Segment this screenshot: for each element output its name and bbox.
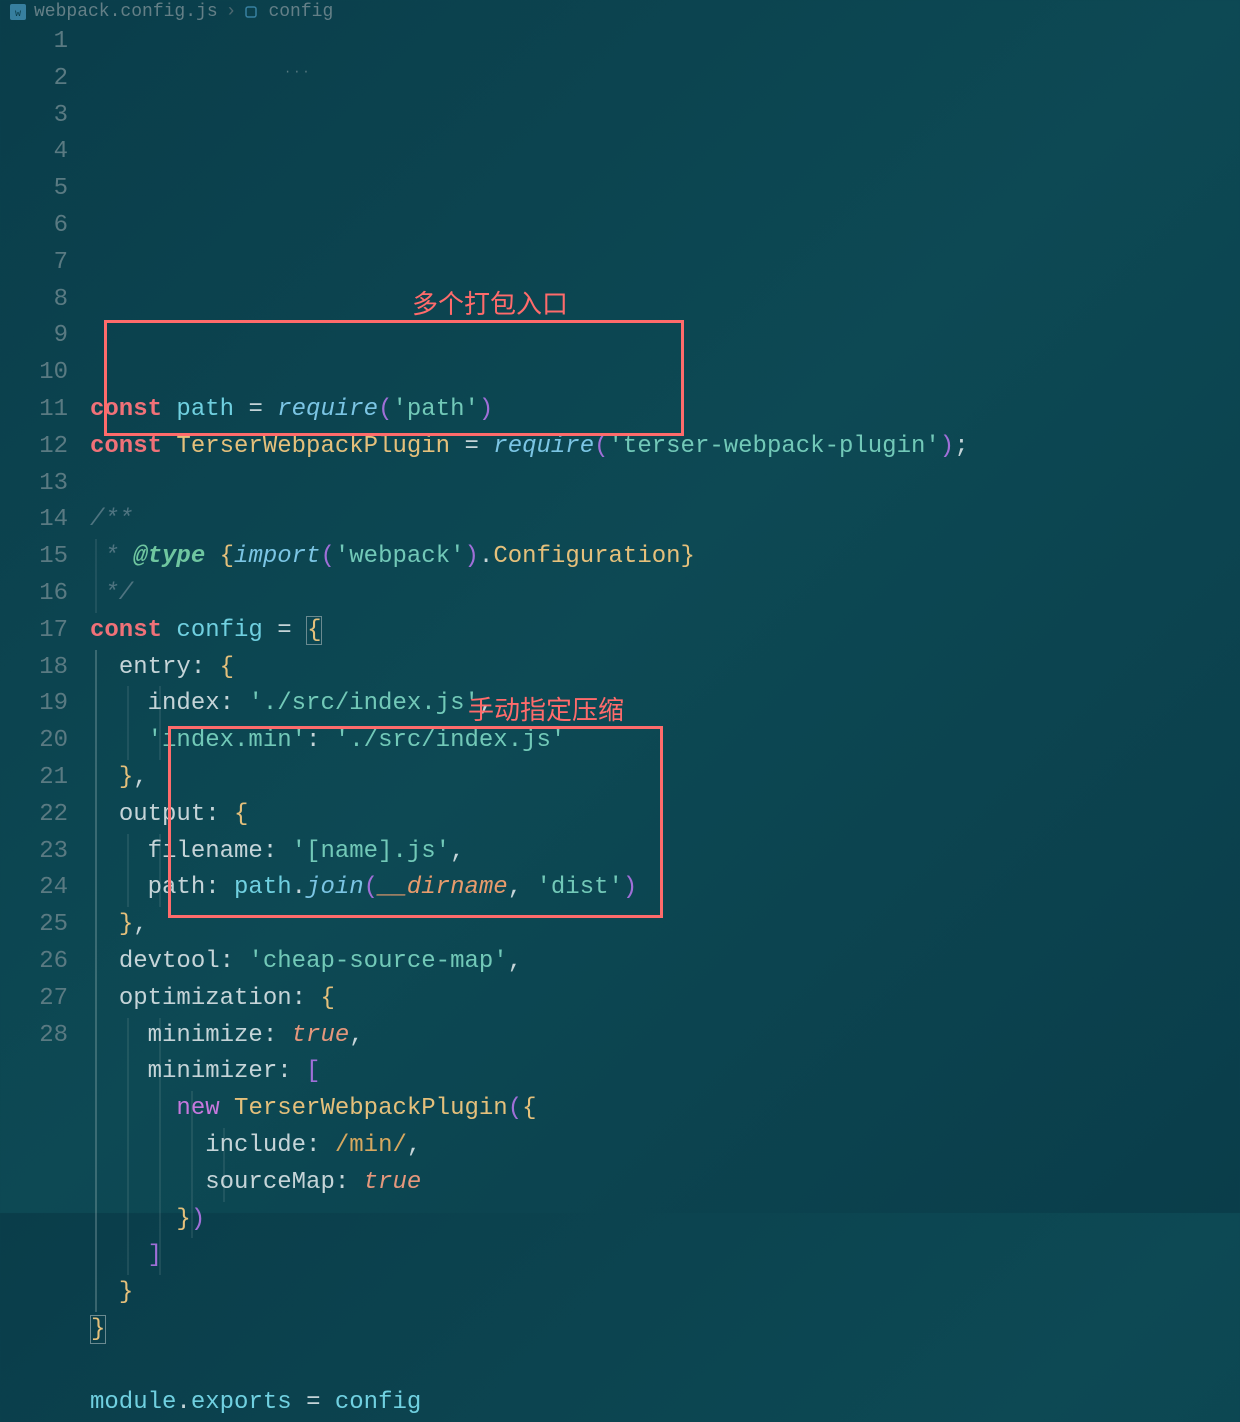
- code-line[interactable]: }): [90, 1202, 1240, 1239]
- code-line[interactable]: entry: {: [90, 650, 1240, 687]
- code-area[interactable]: 多个打包入口 手动指定压缩 ··· const path = require('…: [90, 24, 1240, 1217]
- code-line[interactable]: include: /min/,: [90, 1128, 1240, 1165]
- line-number: 28: [0, 1018, 68, 1055]
- line-number: 7: [0, 245, 68, 282]
- line-number: 4: [0, 134, 68, 171]
- code-line[interactable]: const path = require('path'): [90, 392, 1240, 429]
- line-number: 14: [0, 502, 68, 539]
- line-number: 16: [0, 576, 68, 613]
- line-number: 27: [0, 981, 68, 1018]
- symbol-icon: [244, 4, 260, 20]
- line-number: 21: [0, 760, 68, 797]
- code-line[interactable]: },: [90, 760, 1240, 797]
- line-number: 6: [0, 208, 68, 245]
- line-number: 2: [0, 61, 68, 98]
- line-number: 5: [0, 171, 68, 208]
- code-line[interactable]: },: [90, 907, 1240, 944]
- code-line[interactable]: filename: '[name].js',: [90, 834, 1240, 871]
- line-number: 10: [0, 355, 68, 392]
- line-number: 12: [0, 429, 68, 466]
- code-line[interactable]: }: [90, 1275, 1240, 1312]
- code-line[interactable]: index: './src/index.js',: [90, 686, 1240, 723]
- code-line[interactable]: output: {: [90, 797, 1240, 834]
- js-file-icon: w: [10, 4, 26, 20]
- breadcrumb-symbol[interactable]: config: [268, 2, 333, 22]
- code-line[interactable]: minimizer: [: [90, 1054, 1240, 1091]
- code-line[interactable]: ]: [90, 1238, 1240, 1275]
- line-number: 20: [0, 723, 68, 760]
- code-line[interactable]: const config = {: [90, 613, 1240, 650]
- line-number: 24: [0, 870, 68, 907]
- code-line[interactable]: minimize: true,: [90, 1018, 1240, 1055]
- line-number-gutter: 1234567891011121314151617181920212223242…: [0, 24, 90, 1217]
- code-line[interactable]: new TerserWebpackPlugin({: [90, 1091, 1240, 1128]
- svg-text:w: w: [15, 9, 21, 20]
- line-number: 19: [0, 686, 68, 723]
- line-number: 8: [0, 282, 68, 319]
- code-line[interactable]: 'index.min': './src/index.js': [90, 723, 1240, 760]
- code-line[interactable]: devtool: 'cheap-source-map',: [90, 944, 1240, 981]
- line-number: 1: [0, 24, 68, 61]
- annotation-label-entry: 多个打包入口: [412, 286, 568, 323]
- line-number: 3: [0, 98, 68, 135]
- breadcrumb[interactable]: w webpack.config.js › config: [0, 0, 1240, 24]
- line-number: 9: [0, 318, 68, 355]
- breadcrumb-file[interactable]: webpack.config.js: [34, 2, 218, 22]
- code-line[interactable]: sourceMap: true: [90, 1165, 1240, 1202]
- line-number: 15: [0, 539, 68, 576]
- line-number: 18: [0, 650, 68, 687]
- line-number: 22: [0, 797, 68, 834]
- line-number: 25: [0, 907, 68, 944]
- line-number: 13: [0, 466, 68, 503]
- line-number: 11: [0, 392, 68, 429]
- code-line[interactable]: * @type {import('webpack').Configuration…: [90, 539, 1240, 576]
- code-line[interactable]: /**: [90, 502, 1240, 539]
- code-line[interactable]: */: [90, 576, 1240, 613]
- line-number: 23: [0, 834, 68, 871]
- breadcrumb-separator: ›: [226, 2, 237, 22]
- line-number: 26: [0, 944, 68, 981]
- code-line[interactable]: [90, 1349, 1240, 1386]
- code-line[interactable]: path: path.join(__dirname, 'dist'): [90, 870, 1240, 907]
- code-line[interactable]: [90, 466, 1240, 503]
- code-line[interactable]: }: [90, 1312, 1240, 1349]
- code-line[interactable]: const TerserWebpackPlugin = require('ter…: [90, 429, 1240, 466]
- cursor-linked-editing-hint: ···: [284, 54, 312, 91]
- code-editor[interactable]: 1234567891011121314151617181920212223242…: [0, 24, 1240, 1217]
- code-line[interactable]: optimization: {: [90, 981, 1240, 1018]
- code-line[interactable]: module.exports = config: [90, 1385, 1240, 1422]
- line-number: 17: [0, 613, 68, 650]
